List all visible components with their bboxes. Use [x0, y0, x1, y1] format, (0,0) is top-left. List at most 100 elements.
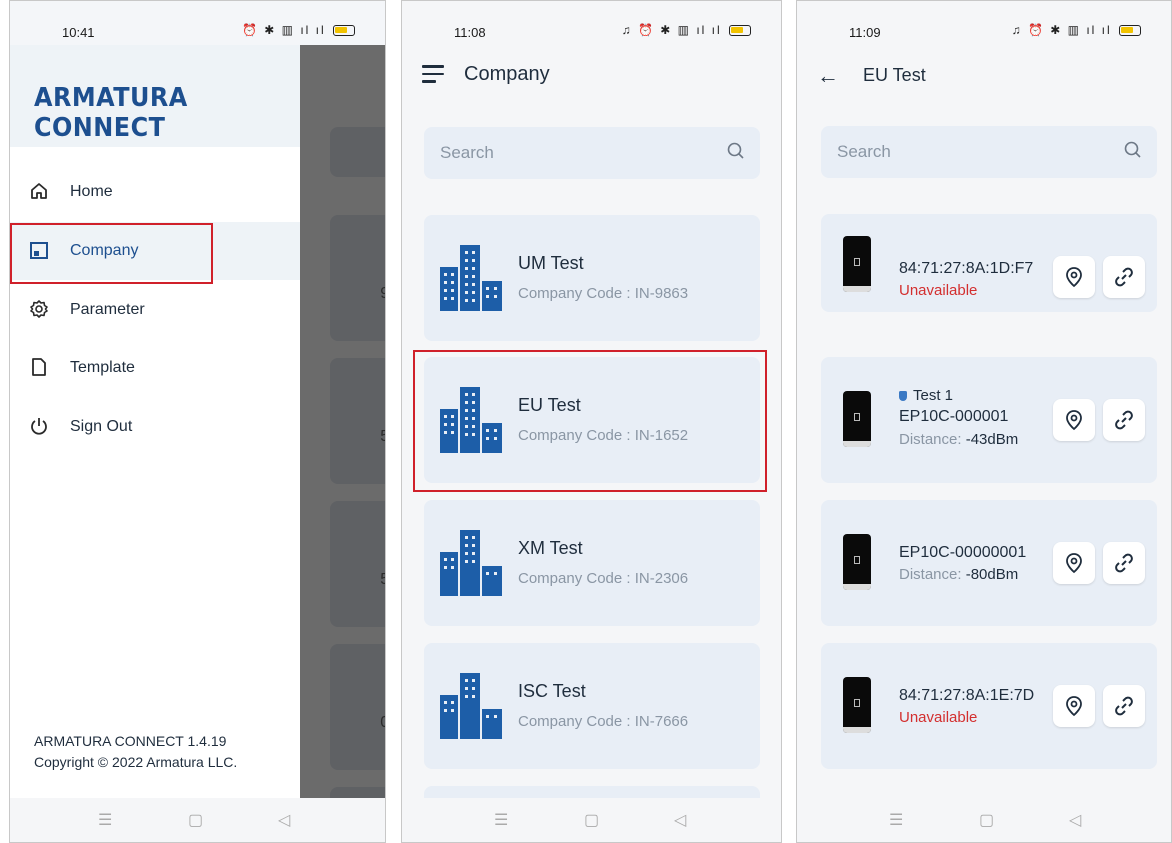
highlight-box: [413, 350, 767, 492]
screen-device-list: 11:09 ♫ ⏰ ✱ ▥ ıl ıl ← EU Test Search 84:…: [796, 0, 1172, 843]
back-nav-icon[interactable]: ◁: [674, 810, 686, 830]
hamburger-menu-icon[interactable]: [422, 65, 444, 88]
back-nav-icon[interactable]: ◁: [278, 810, 290, 830]
device-id: 84:71:27:8A:1E:7D: [899, 687, 1035, 704]
company-name: ISC Test: [518, 681, 586, 701]
device-status: Unavailable: [899, 709, 978, 726]
app-bar: ← EU Test: [797, 53, 1171, 97]
battery-icon: [333, 25, 355, 37]
building-icon: [440, 673, 502, 739]
menu-nav-icon[interactable]: ☰: [98, 810, 112, 830]
status-time: 11:08: [454, 25, 486, 40]
device-card[interactable]: 84:71:27:8A:1E:7D Unavailable: [821, 643, 1157, 769]
search-input[interactable]: Search: [424, 127, 760, 179]
company-card[interactable]: ISC Test Company Code : IN-7666: [424, 643, 760, 769]
system-nav-bar: ☰ ▢ ◁: [10, 798, 385, 842]
device-image: [843, 391, 871, 447]
screen-drawer: 10:41 ⏰ ✱ ▥ ıl ıl ⌕ 93 53 52 06 ARMATURA…: [9, 0, 386, 843]
app-version-info: ARMATURA CONNECT 1.4.19 Copyright © 2022…: [34, 731, 237, 773]
status-icons: ⏰ ✱ ▥ ıl ıl: [242, 23, 355, 37]
device-tag: Test 1: [899, 387, 953, 404]
drawer-header: ARMATURA CONNECT: [10, 45, 300, 147]
device-distance: Distance: -43dBm: [899, 431, 1019, 448]
battery-icon: [1119, 25, 1141, 37]
device-distance: Distance: -80dBm: [899, 566, 1019, 583]
menu-item-parameter[interactable]: Parameter: [10, 281, 300, 339]
dimmed-card: 93: [330, 215, 385, 341]
status-bar: 11:09 ♫ ⏰ ✱ ▥ ıl ıl: [797, 1, 1171, 45]
link-icon: [1115, 410, 1133, 430]
link-button[interactable]: [1103, 685, 1145, 727]
copyright-text: Copyright © 2022 Armatura LLC.: [34, 754, 238, 770]
company-card[interactable]: UM Test Company Code : IN-9863: [424, 215, 760, 341]
device-image: [843, 236, 871, 292]
search-placeholder: Search: [837, 142, 891, 161]
location-pin-icon: [1066, 553, 1082, 574]
page-title: EU Test: [863, 65, 926, 85]
menu-item-home[interactable]: Home: [10, 163, 300, 221]
gear-icon: [28, 299, 50, 321]
building-icon: [440, 245, 502, 311]
company-code: Company Code : IN-2306: [518, 570, 689, 587]
back-arrow-icon[interactable]: ←: [817, 63, 839, 89]
back-nav-icon[interactable]: ◁: [1069, 810, 1081, 830]
status-time: 11:09: [849, 25, 881, 40]
screen-company-list: 11:08 ♫ ⏰ ✱ ▥ ıl ıl Company Search UM Te…: [401, 0, 782, 843]
location-button[interactable]: [1053, 256, 1095, 298]
menu-item-sign-out[interactable]: Sign Out: [10, 398, 300, 456]
device-card[interactable]: Test 1 EP10C-000001 Distance: -43dBm: [821, 357, 1157, 483]
device-status: Unavailable: [899, 282, 978, 299]
system-nav-bar: ☰ ▢ ◁: [402, 798, 781, 842]
device-id: EP10C-000001: [899, 408, 1009, 425]
link-icon: [1115, 267, 1133, 287]
search-placeholder: Search: [440, 143, 494, 162]
home-nav-icon[interactable]: ▢: [979, 810, 994, 830]
device-card[interactable]: EP10C-00000001 Distance: -80dBm: [821, 500, 1157, 626]
company-name: XM Test: [518, 538, 583, 558]
location-button[interactable]: [1053, 399, 1095, 441]
status-icons: ♫ ⏰ ✱ ▥ ıl ıl: [1012, 23, 1141, 37]
menu-item-template[interactable]: Template: [10, 339, 300, 397]
dimmed-overlay[interactable]: ⌕ 93 53 52 06: [300, 45, 385, 827]
location-pin-icon: [1066, 267, 1082, 288]
menu-nav-icon[interactable]: ☰: [494, 810, 508, 830]
search-input[interactable]: Search: [821, 126, 1157, 178]
menu-nav-icon[interactable]: ☰: [889, 810, 903, 830]
highlight-box: [10, 223, 213, 284]
device-id: EP10C-00000001: [899, 544, 1027, 561]
home-nav-icon[interactable]: ▢: [188, 810, 203, 830]
location-button[interactable]: [1053, 542, 1095, 584]
power-icon: [28, 416, 50, 438]
building-icon: [440, 530, 502, 596]
dimmed-card: 52: [330, 501, 385, 627]
dimmed-search: ⌕: [330, 127, 385, 177]
link-button[interactable]: [1103, 256, 1145, 298]
battery-icon: [729, 25, 751, 37]
location-button[interactable]: [1053, 685, 1095, 727]
status-bar: 10:41 ⏰ ✱ ▥ ıl ıl: [10, 1, 385, 45]
page-title: Company: [464, 63, 550, 85]
company-card[interactable]: XM Test Company Code : IN-2306: [424, 500, 760, 626]
device-id: 84:71:27:8A:1D:F7: [899, 260, 1034, 277]
location-pin-icon: [1066, 410, 1082, 431]
location-pin-icon: [1066, 696, 1082, 717]
link-icon: [1115, 696, 1133, 716]
search-icon: [1124, 141, 1141, 158]
shield-icon: [899, 391, 907, 402]
dimmed-card: 53: [330, 358, 385, 484]
home-icon: [28, 181, 50, 203]
dimmed-card: 06: [330, 644, 385, 770]
version-text: ARMATURA CONNECT 1.4.19: [34, 733, 227, 749]
app-logo: ARMATURA CONNECT: [34, 83, 188, 143]
company-code: Company Code : IN-9863: [518, 285, 689, 302]
link-button[interactable]: [1103, 542, 1145, 584]
system-nav-bar: ☰ ▢ ◁: [797, 798, 1171, 842]
link-button[interactable]: [1103, 399, 1145, 441]
device-card[interactable]: 84:71:27:8A:1D:F7 Unavailable: [821, 214, 1157, 312]
file-icon: [28, 357, 50, 379]
status-time: 10:41: [62, 25, 95, 40]
company-name: UM Test: [518, 253, 584, 273]
home-nav-icon[interactable]: ▢: [584, 810, 599, 830]
status-bar: 11:08 ♫ ⏰ ✱ ▥ ıl ıl: [402, 1, 781, 45]
device-image: [843, 677, 871, 733]
